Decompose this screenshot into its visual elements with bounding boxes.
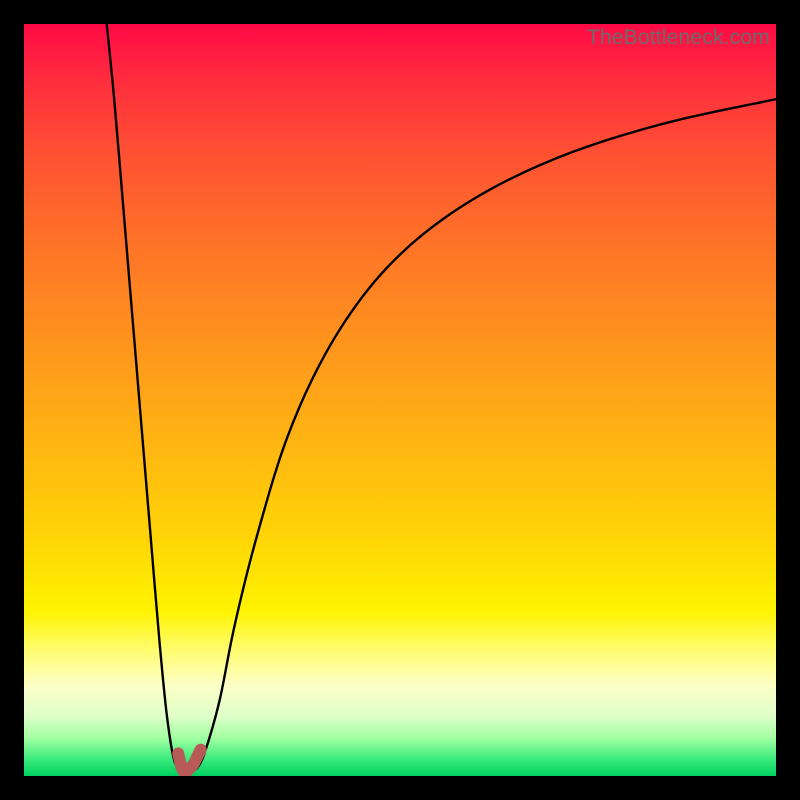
valley-marker	[178, 750, 201, 773]
bottleneck-curve	[24, 24, 776, 776]
curve-left-branch	[107, 24, 182, 769]
chart-plot-area: TheBottleneck.com	[24, 24, 776, 776]
curve-right-branch	[197, 99, 776, 768]
